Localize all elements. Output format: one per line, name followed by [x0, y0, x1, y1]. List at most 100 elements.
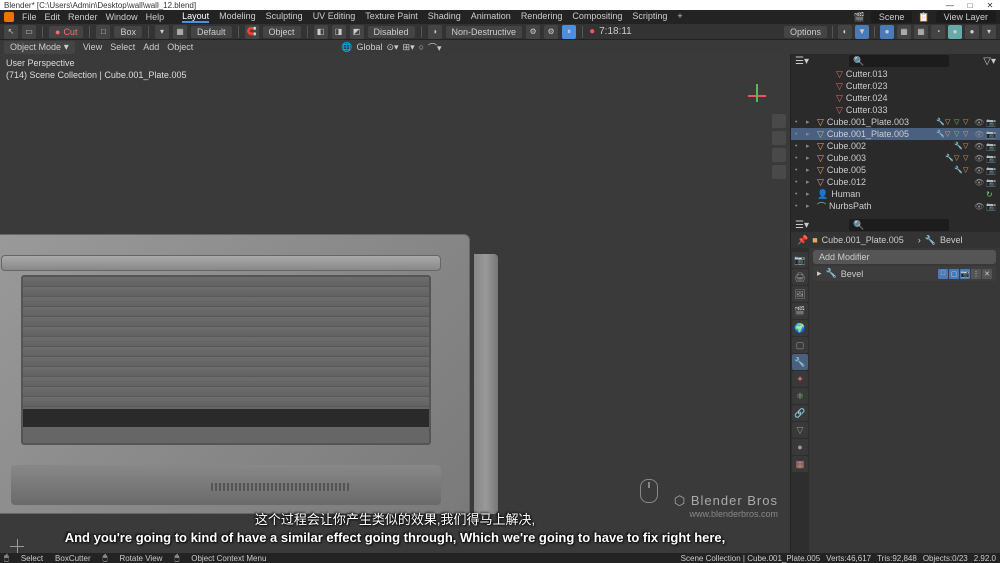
- wrench-icon: 🔧: [925, 235, 936, 246]
- viewlayer-icon: 📋: [918, 12, 929, 23]
- cut-button[interactable]: ●Cut: [49, 26, 83, 38]
- tab-scene-icon[interactable]: 🎬: [792, 303, 808, 319]
- overlay2-icon[interactable]: ▼: [855, 25, 869, 39]
- proportional-icon[interactable]: ○: [419, 42, 424, 52]
- pin-icon[interactable]: 📌: [797, 235, 808, 246]
- tab-uv[interactable]: UV Editing: [313, 11, 356, 23]
- tab-world-icon[interactable]: 🌍: [792, 320, 808, 336]
- box-button[interactable]: Box: [114, 26, 142, 38]
- menu-help[interactable]: Help: [146, 12, 165, 22]
- tab-add[interactable]: +: [677, 11, 682, 23]
- gear2-icon[interactable]: ⚙: [544, 25, 558, 39]
- tab-mesh-icon[interactable]: ▽: [792, 422, 808, 438]
- boolean-icon[interactable]: ◑: [428, 25, 442, 39]
- tab-animation[interactable]: Animation: [471, 11, 511, 23]
- close-button[interactable]: ✕: [980, 1, 1000, 10]
- menu-edit[interactable]: Edit: [45, 12, 61, 22]
- mode-selector[interactable]: Object Mode ▾: [4, 41, 75, 54]
- outliner-search-input[interactable]: [849, 55, 949, 67]
- orientation-icon[interactable]: 🌐: [341, 42, 352, 53]
- shading-dropdown-icon[interactable]: ▾: [982, 25, 996, 39]
- orientation-selector[interactable]: Global: [356, 42, 382, 52]
- outliner-type-icon[interactable]: ☰▾: [795, 56, 809, 67]
- tab-scripting[interactable]: Scripting: [632, 11, 667, 23]
- mod3-icon[interactable]: ◩: [350, 25, 364, 39]
- object-button[interactable]: Object: [263, 26, 301, 38]
- move-icon[interactable]: [772, 131, 786, 145]
- tab-texture[interactable]: Texture Paint: [365, 11, 418, 23]
- mod-extra-icon[interactable]: ⋮: [971, 269, 981, 279]
- tab-output-icon[interactable]: 🖨: [792, 269, 808, 285]
- shading1-icon[interactable]: ●: [880, 25, 894, 39]
- snap-icon[interactable]: 🧲: [245, 25, 259, 39]
- blender-logo-icon[interactable]: [4, 12, 14, 22]
- tab-constraint-icon[interactable]: 🔗: [792, 405, 808, 421]
- menu-object[interactable]: Object: [167, 42, 193, 52]
- viewlayer-selector[interactable]: View Layer: [936, 11, 996, 23]
- shading5-icon[interactable]: ●: [948, 25, 962, 39]
- mod1-icon[interactable]: ◧: [314, 25, 328, 39]
- zoom-icon[interactable]: [772, 114, 786, 128]
- mod2-icon[interactable]: ◨: [332, 25, 346, 39]
- shading6-icon[interactable]: ●: [965, 25, 979, 39]
- outliner[interactable]: ▽Cutter.013 ▽Cutter.023 ▽Cutter.024 ▽Cut…: [791, 68, 1000, 218]
- tab-object-icon[interactable]: ▢: [792, 337, 808, 353]
- tab-compositing[interactable]: Compositing: [572, 11, 622, 23]
- nondestructive-button[interactable]: Non-Destructive: [446, 26, 523, 38]
- tab-viewlayer-icon[interactable]: 🖼: [792, 286, 808, 302]
- mod-display-edit-icon[interactable]: ▢: [949, 269, 959, 279]
- tab-modifier-icon[interactable]: 🔧: [792, 354, 808, 370]
- menu-select[interactable]: Select: [110, 42, 135, 52]
- tab-sculpting[interactable]: Sculpting: [266, 11, 303, 23]
- align-icon[interactable]: ▦: [173, 25, 187, 39]
- watermark-brand: ⬡ Blender Bros: [674, 493, 778, 509]
- default-button[interactable]: Default: [191, 26, 232, 38]
- tab-modeling[interactable]: Modeling: [219, 11, 256, 23]
- add-modifier-button[interactable]: Add Modifier: [813, 250, 996, 264]
- menu-add[interactable]: Add: [143, 42, 159, 52]
- mod-delete-icon[interactable]: ✕: [982, 269, 992, 279]
- pivot-icon[interactable]: ⊙▾: [386, 42, 398, 53]
- maximize-button[interactable]: □: [960, 1, 980, 10]
- tab-render-icon[interactable]: 📷: [792, 252, 808, 268]
- mod-display-realtime-icon[interactable]: □: [938, 269, 948, 279]
- axis-gizmo[interactable]: [748, 84, 772, 108]
- menu-render[interactable]: Render: [68, 12, 98, 22]
- tab-material-icon[interactable]: ●: [792, 439, 808, 455]
- shading3-icon[interactable]: ▦: [914, 25, 928, 39]
- filter-icon[interactable]: ▽▾: [983, 56, 996, 67]
- tab-shading[interactable]: Shading: [428, 11, 461, 23]
- proportional-falloff-icon[interactable]: ⌒▾: [428, 41, 442, 54]
- shape-icon[interactable]: □: [96, 25, 110, 39]
- scene-selector[interactable]: Scene: [871, 11, 913, 23]
- mod-display-render-icon[interactable]: 📷: [960, 269, 970, 279]
- overlay1-icon[interactable]: ◐: [838, 25, 852, 39]
- camera-icon[interactable]: [772, 148, 786, 162]
- tab-particle-icon[interactable]: ✦: [792, 371, 808, 387]
- menu-file[interactable]: File: [22, 12, 37, 22]
- tab-layout[interactable]: Layout: [182, 11, 209, 23]
- outliner-type2-icon[interactable]: ☰▾: [795, 220, 809, 231]
- select-tool-icon[interactable]: ▭: [22, 25, 36, 39]
- cursor-tool-icon[interactable]: ↖: [4, 25, 18, 39]
- perspective-icon[interactable]: [772, 165, 786, 179]
- tab-rendering[interactable]: Rendering: [521, 11, 563, 23]
- modifier-bevel[interactable]: ▸ 🔧 Bevel □ ▢ 📷 ⋮ ✕: [813, 266, 996, 281]
- shading2-icon[interactable]: ▦: [897, 25, 911, 39]
- options-button[interactable]: Options: [784, 26, 827, 38]
- menu-window[interactable]: Window: [106, 12, 138, 22]
- pause-icon[interactable]: ⏸: [562, 25, 576, 39]
- shading4-icon[interactable]: ◔: [931, 25, 945, 39]
- disabled-button[interactable]: Disabled: [368, 26, 415, 38]
- outliner-search2-input[interactable]: [849, 219, 949, 231]
- outliner-row: •▸⌒NurbsPath👁📷: [791, 200, 1000, 212]
- minimize-button[interactable]: —: [940, 1, 960, 10]
- object-icon: ■: [812, 235, 817, 245]
- snap-options-icon[interactable]: ⊞▾: [403, 42, 415, 53]
- 3d-viewport[interactable]: User Perspective (714) Scene Collection …: [0, 54, 790, 563]
- dropdown-icon[interactable]: ▾: [155, 25, 169, 39]
- gear-icon[interactable]: ⚙: [526, 25, 540, 39]
- tab-physics-icon[interactable]: ⚛: [792, 388, 808, 404]
- tab-texture-icon[interactable]: ▦: [792, 456, 808, 472]
- menu-view[interactable]: View: [83, 42, 102, 52]
